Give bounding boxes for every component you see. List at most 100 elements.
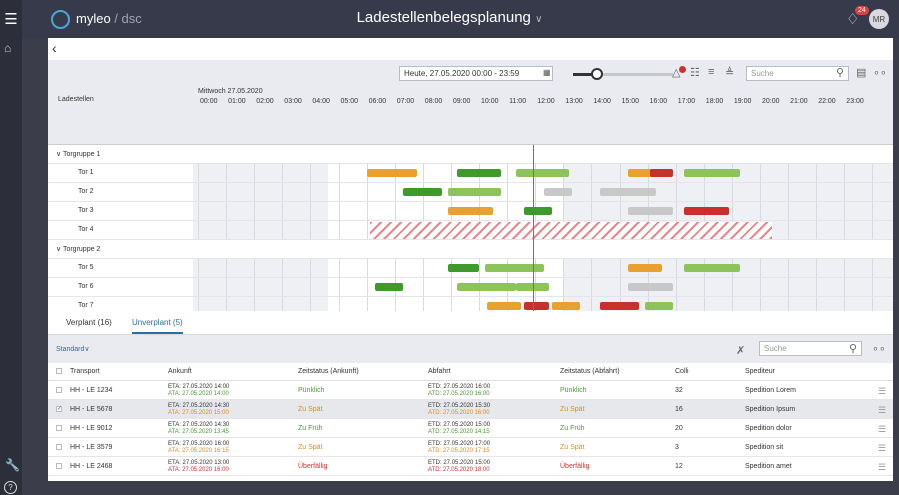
booking-bar[interactable] <box>523 302 550 310</box>
table-search-input[interactable]: Suche <box>759 341 862 356</box>
row-menu-icon[interactable]: ☰ <box>878 405 886 416</box>
tab-verplant[interactable]: Verplant (16) <box>66 318 112 327</box>
row-checkbox[interactable] <box>56 444 62 450</box>
th-zeitstatus-ankunft[interactable]: Zeitstatus (Ankunft) <box>298 368 359 375</box>
help-icon[interactable]: ? <box>4 481 17 494</box>
booking-bar[interactable] <box>448 188 502 196</box>
etd: ETD: 27.05.2020 15:00 <box>428 460 491 466</box>
colli: 16 <box>675 406 683 413</box>
calendar-icon[interactable]: ▦ <box>543 68 551 77</box>
back-arrow-icon[interactable]: ‹ <box>52 40 57 56</box>
status-ankunft: Überfällig <box>298 463 328 470</box>
th-ankunft[interactable]: Ankunft <box>168 368 192 375</box>
booking-bar[interactable] <box>644 302 673 310</box>
booking-bar[interactable] <box>627 264 662 272</box>
booking-bar[interactable] <box>552 302 581 310</box>
spediteur: Spedition dolor <box>745 425 792 432</box>
shuffle-icon[interactable]: ✗ <box>736 344 745 357</box>
row-checkbox[interactable] <box>56 425 62 431</box>
booking-bar[interactable] <box>523 207 553 215</box>
zoom-slider-handle[interactable] <box>591 68 603 80</box>
hour-label: 01:00 <box>228 98 246 105</box>
booking-bar[interactable] <box>599 188 657 196</box>
booking-bar[interactable] <box>456 283 516 291</box>
booking-bar[interactable] <box>627 207 673 215</box>
search-icon[interactable]: ⚲ <box>836 66 844 79</box>
booking-bar[interactable] <box>627 283 673 291</box>
grid-view-icon[interactable]: ☷ <box>690 66 700 79</box>
document-icon[interactable]: ▤ <box>856 66 866 79</box>
booking-bar[interactable] <box>684 207 730 215</box>
hour-label: 05:00 <box>340 98 359 105</box>
booking-bar[interactable] <box>650 169 673 177</box>
th-spediteur[interactable]: Spediteur <box>745 368 775 375</box>
colli: 12 <box>675 463 683 470</box>
booking-bar[interactable] <box>448 264 479 272</box>
table-row[interactable]: HH - LE 9012 ETA: 27.05.2020 14:30 ATA: 27… <box>48 419 893 438</box>
tor-label: Tor 1 <box>78 169 94 176</box>
hour-label: 06:00 <box>368 98 387 105</box>
booking-bar[interactable] <box>403 188 443 196</box>
view-selector[interactable]: Standard∨ <box>56 345 90 353</box>
booking-bar[interactable] <box>375 283 404 291</box>
booking-bar[interactable] <box>366 169 418 177</box>
th-abfahrt[interactable]: Abfahrt <box>428 368 451 375</box>
hour-label: 03:00 <box>284 98 302 105</box>
home-icon[interactable]: ⌂ <box>4 41 18 55</box>
row-menu-icon[interactable]: ☰ <box>878 462 886 473</box>
eta: ETA: 27.05.2020 16:00 <box>168 441 230 447</box>
booking-bar[interactable] <box>484 264 544 272</box>
eta: ETA: 27.05.2020 14:30 <box>168 422 230 428</box>
wrench-icon[interactable]: 🔧 <box>5 458 20 472</box>
booking-bar[interactable] <box>448 207 494 215</box>
group-row[interactable]: ∨ Torgruppe 2 <box>48 240 893 259</box>
booking-bar[interactable] <box>487 302 522 310</box>
chevron-down-icon[interactable]: ∨ <box>56 151 63 158</box>
settings-icon[interactable]: ∘∘ <box>872 342 886 355</box>
row-checkbox[interactable] <box>56 387 62 393</box>
table-row[interactable]: HH - LE 3579 ETA: 27.05.2020 16:00 ATA: 27… <box>48 438 893 457</box>
select-all-checkbox[interactable] <box>56 368 62 374</box>
row-checkbox[interactable]: ✓ <box>56 406 62 412</box>
row-label-text: Tor 6 <box>78 283 94 290</box>
row-menu-icon[interactable]: ☰ <box>878 386 886 397</box>
etd: ETD: 27.05.2020 17:00 <box>428 441 491 447</box>
booking-bar[interactable] <box>543 188 572 196</box>
avatar[interactable]: MR <box>869 9 889 29</box>
search-icon[interactable]: ⚲ <box>849 342 857 355</box>
settings-icon[interactable]: ∘∘ <box>873 66 887 79</box>
booking-bar[interactable] <box>456 169 502 177</box>
view-selector-label: Standard <box>56 346 85 353</box>
tab-unverplant[interactable]: Unverplant (5) <box>132 318 183 334</box>
table-row[interactable]: ✓ HH - LE 5678 ETA: 27.05.2020 14:30 ATA: 2… <box>48 400 893 419</box>
colli: 3 <box>675 444 679 451</box>
th-zeitstatus-abfahrt[interactable]: Zeitstatus (Abfahrt) <box>560 368 620 375</box>
table-row[interactable]: HH - LE 1234 ETA: 27.05.2020 14:00 ATA: 27… <box>48 381 893 400</box>
th-transport[interactable]: Transport <box>70 368 100 375</box>
tor-label: Tor 2 <box>78 188 94 195</box>
table-row[interactable]: HH - LE 2468 ETA: 27.05.2020 13:00 ATA: 27… <box>48 457 893 476</box>
align-icon[interactable]: ≡ <box>708 66 714 78</box>
chevron-down-icon[interactable]: ∨ <box>56 246 63 253</box>
th-colli[interactable]: Colli <box>675 368 689 375</box>
group-row[interactable]: ∨ Torgruppe 1 <box>48 145 893 164</box>
booking-bar[interactable] <box>599 302 640 310</box>
filter-lines-icon[interactable]: ≜ <box>725 66 734 79</box>
row-menu-icon[interactable]: ☰ <box>878 424 886 435</box>
hour-label: 16:00 <box>649 98 668 105</box>
status-abfahrt: Pünklich <box>560 387 587 394</box>
booking-bar[interactable] <box>684 264 741 272</box>
zoom-slider[interactable] <box>573 68 673 80</box>
gantt-search-input[interactable]: Suche <box>746 66 849 81</box>
chevron-down-icon: ∨ <box>535 14 543 25</box>
booking-bar[interactable] <box>684 169 741 177</box>
ata: ATA: 27.05.2020 16:15 <box>168 448 229 454</box>
app-title[interactable]: Ladestellenbelegsplanung ∨ <box>0 9 899 26</box>
spediteur: Spedition Lorem <box>745 387 796 394</box>
hour-label: 07:00 <box>396 98 415 105</box>
chevron-down-icon: ∨ <box>84 346 90 353</box>
date-range-input[interactable]: Heute, 27.05.2020 00:00 - 23:59 <box>399 66 553 81</box>
row-checkbox[interactable] <box>56 463 62 469</box>
booking-bar[interactable] <box>515 169 569 177</box>
row-menu-icon[interactable]: ☰ <box>878 443 886 454</box>
